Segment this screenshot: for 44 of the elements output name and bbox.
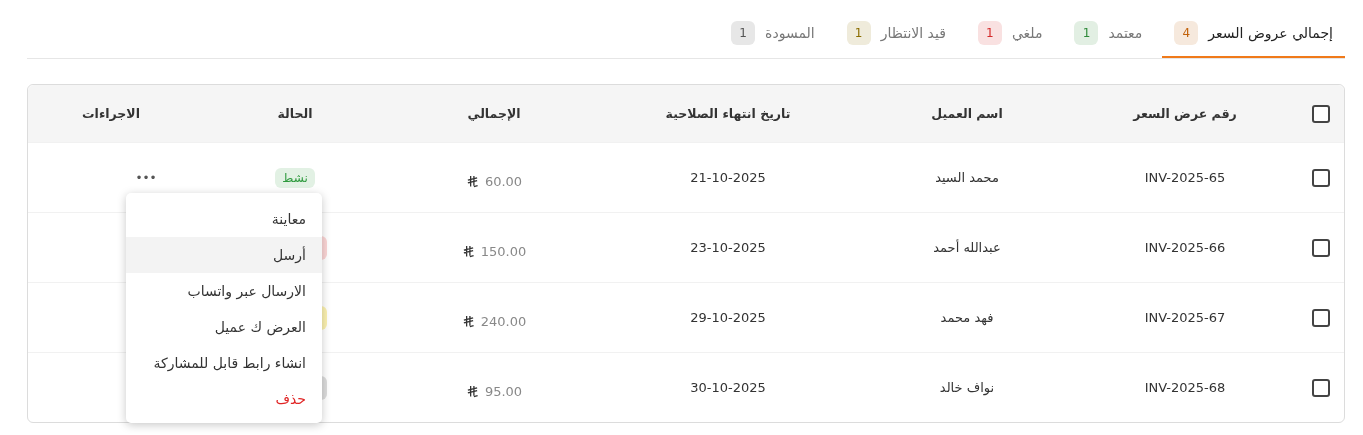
column-header: رقم عرض السعر	[1133, 106, 1237, 121]
column-header: الحالة	[277, 106, 313, 121]
menu-item[interactable]: انشاء رابط قابل للمشاركة	[126, 345, 322, 381]
menu-item[interactable]: الارسال عبر واتساب	[126, 273, 322, 309]
count-badge: 4	[1174, 21, 1199, 45]
column-header: الإجمالي	[467, 106, 521, 121]
table-cell: 95.00	[484, 384, 523, 399]
checkbox[interactable]	[1312, 168, 1330, 187]
count-badge: 1	[1074, 21, 1099, 45]
menu-item[interactable]: العرض ك عميل	[126, 309, 322, 345]
menu-item[interactable]: أرسل	[126, 237, 322, 273]
table-cell: INV-2025-65	[1144, 170, 1226, 185]
currency-icon	[461, 245, 475, 258]
checkbox[interactable]	[1312, 238, 1330, 257]
table-cell: نواف خالد	[939, 380, 995, 395]
table-cell: 29-10-2025	[690, 310, 766, 325]
menu-item[interactable]: حذف	[126, 381, 322, 417]
table-cell: فهد محمد	[940, 310, 994, 325]
table-cell: 240.00	[480, 314, 527, 329]
status-badge: نشط	[275, 167, 315, 188]
column-header: اسم العميل	[931, 106, 1003, 121]
checkbox[interactable]	[1312, 308, 1330, 327]
count-badge: 1	[977, 21, 1002, 45]
table-cell: 60.00	[484, 174, 523, 189]
table-cell: INV-2025-66	[1144, 240, 1226, 255]
menu-item[interactable]: معاينة	[126, 201, 322, 237]
checkbox[interactable]	[1312, 378, 1330, 397]
currency-icon	[461, 315, 475, 328]
table-cell: INV-2025-68	[1144, 380, 1226, 395]
currency-icon	[465, 385, 479, 398]
column-header: تاريخ انتهاء الصلاحية	[665, 106, 791, 121]
table-cell: محمد السيد	[935, 170, 999, 185]
table-cell: 23-10-2025	[690, 240, 766, 255]
table-cell: 30-10-2025	[690, 380, 766, 395]
count-badge: 1	[731, 21, 756, 45]
count-badge: 1	[846, 21, 871, 45]
column-header: الاجراءات	[82, 106, 140, 121]
checkbox[interactable]	[1312, 104, 1330, 123]
currency-icon	[465, 175, 479, 188]
table-cell: INV-2025-67	[1144, 310, 1226, 325]
more-button[interactable]: •••	[131, 168, 161, 187]
table-cell: 150.00	[480, 244, 527, 259]
table-cell: عبدالله أحمد	[933, 240, 1001, 255]
table-cell: 21-10-2025	[690, 170, 766, 185]
